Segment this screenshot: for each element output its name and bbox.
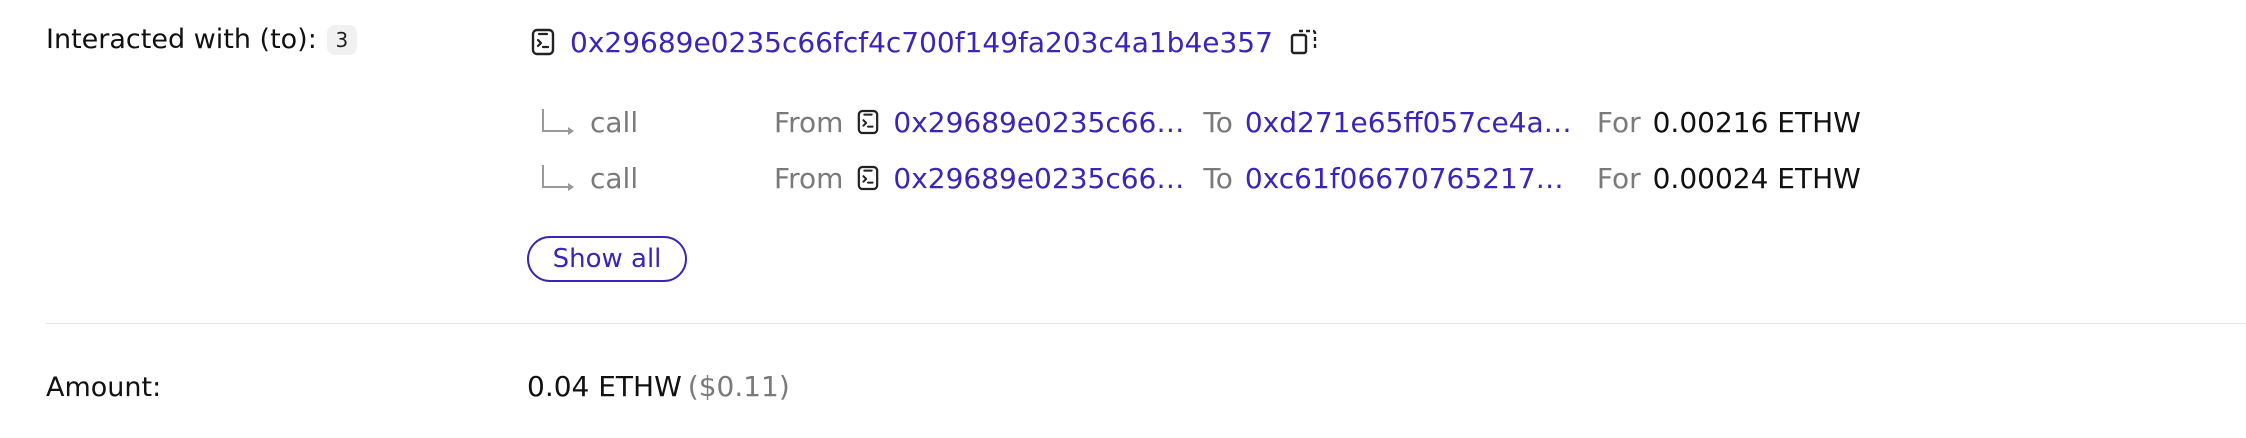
call-value: 0.00216 ETHW <box>1652 105 1861 139</box>
from-label: From <box>774 105 844 139</box>
contract-icon <box>855 163 881 193</box>
amount-value-row: 0.04 ETHW ($0.11) <box>527 370 790 403</box>
interacted-with-label-row: Interacted with (to): 3 <box>46 24 357 55</box>
branch-arrow-icon <box>540 107 576 137</box>
to-address-link[interactable]: 0xc61f0667076521761… <box>1245 162 1579 195</box>
copy-icon[interactable] <box>1289 27 1319 57</box>
contract-address-row: 0x29689e0235c66fcf4c700f149fa203c4a1b4e3… <box>528 22 1319 62</box>
for-label: For <box>1596 161 1641 195</box>
amount-usd-value: ($0.11) <box>687 370 790 403</box>
internal-call-row: call From 0x29689e0235c66fc… To 0xc61f06… <box>540 158 1861 198</box>
call-type: call <box>590 105 639 139</box>
show-all-button[interactable]: Show all <box>527 236 687 282</box>
transaction-details: Interacted with (to): 3 0x29689e0235c66f… <box>0 0 2246 438</box>
for-label: For <box>1596 105 1641 139</box>
to-label: To <box>1203 161 1233 195</box>
interaction-count-badge: 3 <box>326 24 357 55</box>
contract-address-link[interactable]: 0x29689e0235c66fcf4c700f149fa203c4a1b4e3… <box>570 26 1273 59</box>
branch-arrow-icon <box>540 163 576 193</box>
interacted-with-label: Interacted with (to): <box>46 24 317 55</box>
call-value: 0.00024 ETHW <box>1652 161 1861 195</box>
from-address-link[interactable]: 0x29689e0235c66fc… <box>893 162 1189 195</box>
from-label: From <box>774 161 844 195</box>
call-type: call <box>590 161 639 195</box>
contract-icon <box>855 107 881 137</box>
section-divider <box>46 323 2246 324</box>
to-address-link[interactable]: 0xd271e65ff057ce4ade… <box>1245 106 1579 139</box>
amount-label: Amount: <box>46 372 162 403</box>
amount-value: 0.04 ETHW <box>527 370 682 403</box>
contract-icon <box>528 27 558 57</box>
from-address-link[interactable]: 0x29689e0235c66fc… <box>893 106 1189 139</box>
internal-call-row: call From 0x29689e0235c66fc… To 0xd271e6… <box>540 102 1861 142</box>
to-label: To <box>1203 105 1233 139</box>
